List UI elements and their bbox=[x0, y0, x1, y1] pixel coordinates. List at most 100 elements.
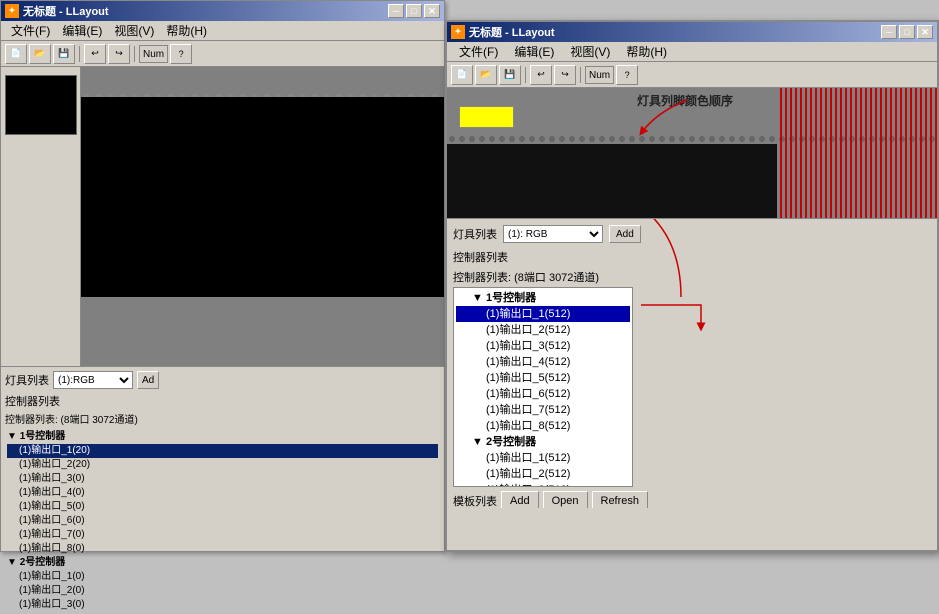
main-title: 无标题 - LLayout bbox=[469, 24, 555, 40]
bg-titlebar: ✦ 无标题 - LLayout ─ □ ✕ bbox=[1, 1, 444, 21]
bg-menu-view[interactable]: 视图(V) bbox=[108, 20, 160, 41]
black-area-right bbox=[617, 144, 777, 218]
bg-tree-item2-2[interactable]: (1)输出口_2(0) bbox=[7, 584, 438, 598]
bg-maximize-btn[interactable]: □ bbox=[406, 4, 422, 18]
main-titlebar: ✦ 无标题 - LLayout ─ □ ✕ bbox=[447, 22, 937, 42]
main-menu-edit[interactable]: 编辑(E) bbox=[506, 41, 562, 62]
main-canvas-area: 灯具列脚颜色顺序 bbox=[447, 88, 937, 218]
ctree-item-4[interactable]: (1)输出口_4(512) bbox=[456, 354, 630, 370]
bg-close-btn[interactable]: ✕ bbox=[424, 4, 440, 18]
bg-tree-item-6[interactable]: (1)输出口_6(0) bbox=[7, 514, 438, 528]
bottom-buttons: 模板列表 Add Open Refresh bbox=[453, 491, 931, 508]
bg-redo-btn[interactable]: ↪ bbox=[108, 44, 130, 64]
bg-tree-item2-1[interactable]: (1)输出口_1(0) bbox=[7, 570, 438, 584]
main-redo-btn[interactable]: ↪ bbox=[554, 65, 576, 85]
bg-window: ✦ 无标题 - LLayout ─ □ ✕ 文件(F) 编辑(E) 视图(V) … bbox=[0, 0, 445, 552]
bg-tree-root2[interactable]: ▼ 2号控制器 bbox=[7, 556, 438, 570]
ctree-item2-3[interactable]: (1)输出口_3(512) bbox=[456, 482, 630, 487]
ctree-item-6[interactable]: (1)输出口_6(512) bbox=[456, 386, 630, 402]
bg-tree-item-7[interactable]: (1)输出口_7(0) bbox=[7, 528, 438, 542]
black-area-left bbox=[447, 144, 617, 218]
main-fixture-row: 灯具列表 (1): RGB Add bbox=[453, 225, 931, 243]
coil-strip-left bbox=[447, 134, 617, 144]
bg-black-area bbox=[81, 97, 444, 297]
bg-tree-item2-3[interactable]: (1)输出口_3(0) bbox=[7, 598, 438, 612]
main-menu-help[interactable]: 帮助(H) bbox=[618, 41, 675, 62]
bg-help-btn[interactable]: ? bbox=[170, 44, 192, 64]
bg-tree-root[interactable]: ▼ 1号控制器 bbox=[7, 430, 438, 444]
bg-menu-file[interactable]: 文件(F) bbox=[5, 20, 56, 41]
main-undo-btn[interactable]: ↩ bbox=[530, 65, 552, 85]
bg-tree-item-1[interactable]: (1)输出口_1(20) bbox=[7, 444, 438, 458]
bg-num-label: Num bbox=[139, 45, 168, 63]
per-port-annotation: 每个口带载点数 bbox=[641, 297, 801, 487]
ctree-item-7[interactable]: (1)输出口_7(512) bbox=[456, 402, 630, 418]
ctree-item-1[interactable]: (1)输出口_1(512) bbox=[456, 306, 630, 322]
bg-tree-item-8[interactable]: (1)输出口_8(0) bbox=[7, 542, 438, 556]
bg-fixture-select[interactable]: (1):RGB bbox=[53, 371, 133, 389]
bg-new-btn[interactable]: 📄 bbox=[5, 44, 27, 64]
main-menu-view[interactable]: 视图(V) bbox=[562, 41, 618, 62]
bg-fixture-label: 灯具列表 bbox=[5, 372, 49, 388]
bg-controller-label: 控制器列表 bbox=[5, 393, 440, 409]
main-fixture-select[interactable]: (1): RGB bbox=[503, 225, 603, 243]
main-menu-file[interactable]: 文件(F) bbox=[451, 41, 506, 62]
main-window: ✦ 无标题 - LLayout ─ □ ✕ 文件(F) 编辑(E) 视图(V) … bbox=[445, 20, 939, 552]
bg-add-btn[interactable]: Ad bbox=[137, 371, 159, 389]
main-open-btn[interactable]: 📂 bbox=[475, 65, 497, 85]
bg-menubar: 文件(F) 编辑(E) 视图(V) 帮助(H) bbox=[1, 21, 444, 41]
main-titlebar-buttons: ─ □ ✕ bbox=[881, 25, 933, 39]
ctree-item-8[interactable]: (1)输出口_8(512) bbox=[456, 418, 630, 434]
bg-save-btn[interactable]: 💾 bbox=[53, 44, 75, 64]
main-menubar: 文件(F) 编辑(E) 视图(V) 帮助(H) bbox=[447, 42, 937, 62]
main-minimize-btn[interactable]: ─ bbox=[881, 25, 897, 39]
bg-thumbnail bbox=[5, 75, 77, 135]
bg-title: 无标题 - LLayout bbox=[23, 3, 109, 19]
bg-controller-tree: ▼ 1号控制器 (1)输出口_1(20) (1)输出口_2(20) (1)输出口… bbox=[5, 428, 440, 614]
bg-menu-edit[interactable]: 编辑(E) bbox=[56, 20, 108, 41]
template-label: 模板列表 bbox=[453, 493, 497, 508]
main-maximize-btn[interactable]: □ bbox=[899, 25, 915, 39]
ctree-root2[interactable]: ▼ 2号控制器 bbox=[456, 434, 630, 450]
bg-fixture-row: 灯具列表 (1):RGB Ad bbox=[5, 371, 440, 389]
bottom-add-btn[interactable]: Add bbox=[501, 491, 539, 508]
bottom-open-btn[interactable]: Open bbox=[543, 491, 588, 508]
bg-tree-item-3[interactable]: (1)输出口_3(0) bbox=[7, 472, 438, 486]
bottom-refresh-btn[interactable]: Refresh bbox=[592, 491, 649, 508]
bg-tree-item-4[interactable]: (1)输出口_4(0) bbox=[7, 486, 438, 500]
bg-toolbar: 📄 📂 💾 ↩ ↪ Num ? bbox=[1, 41, 444, 67]
bg-undo-btn[interactable]: ↩ bbox=[84, 44, 106, 64]
main-new-btn[interactable]: 📄 bbox=[451, 65, 473, 85]
main-sep1 bbox=[525, 67, 526, 83]
main-controller-tree: ▼ 1号控制器 (1)输出口_1(512) (1)输出口_2(512) (1)输… bbox=[453, 287, 633, 487]
main-controller-section: 控制器列表: (8端口 3072通道) bbox=[453, 269, 931, 285]
bg-open-btn[interactable]: 📂 bbox=[29, 44, 51, 64]
ctree-root1[interactable]: ▼ 1号控制器 bbox=[456, 290, 630, 306]
main-help-btn[interactable]: ? bbox=[616, 65, 638, 85]
main-close-btn[interactable]: ✕ bbox=[917, 25, 933, 39]
per-port-arrow-svg bbox=[641, 297, 801, 417]
main-controller-label: 控制器列表 bbox=[453, 249, 931, 265]
bg-menu-help[interactable]: 帮助(H) bbox=[160, 20, 213, 41]
bg-tree-item-2[interactable]: (1)输出口_2(20) bbox=[7, 458, 438, 472]
bg-minimize-btn[interactable]: ─ bbox=[388, 4, 404, 18]
main-num-label: Num bbox=[585, 66, 614, 84]
main-content: 灯具列脚颜色顺序 灯具列表 (1): RGB bbox=[447, 88, 937, 550]
toolbar-sep1 bbox=[79, 46, 80, 62]
bg-controller-section: 控制器列表: (8端口 3072通道) bbox=[5, 411, 440, 426]
ctree-item2-1[interactable]: (1)输出口_1(512) bbox=[456, 450, 630, 466]
main-fixture-label: 灯具列表 bbox=[453, 226, 497, 242]
toolbar-sep2 bbox=[134, 46, 135, 62]
main-canvas-left bbox=[447, 88, 617, 218]
bg-titlebar-buttons: ─ □ ✕ bbox=[388, 4, 440, 18]
bg-tree-item-5[interactable]: (1)输出口_5(0) bbox=[7, 500, 438, 514]
ctree-item-5[interactable]: (1)输出口_5(512) bbox=[456, 370, 630, 386]
main-toolbar: 📄 📂 💾 ↩ ↪ Num ? bbox=[447, 62, 937, 88]
red-lines bbox=[777, 88, 937, 218]
ctree-item2-2[interactable]: (1)输出口_2(512) bbox=[456, 466, 630, 482]
main-save-btn[interactable]: 💾 bbox=[499, 65, 521, 85]
ctree-item-2[interactable]: (1)输出口_2(512) bbox=[456, 322, 630, 338]
controller-tree-container: ▼ 1号控制器 (1)输出口_1(512) (1)输出口_2(512) (1)输… bbox=[453, 287, 931, 487]
ctree-item-3[interactable]: (1)输出口_3(512) bbox=[456, 338, 630, 354]
main-fixture-add-btn[interactable]: Add bbox=[609, 225, 641, 243]
